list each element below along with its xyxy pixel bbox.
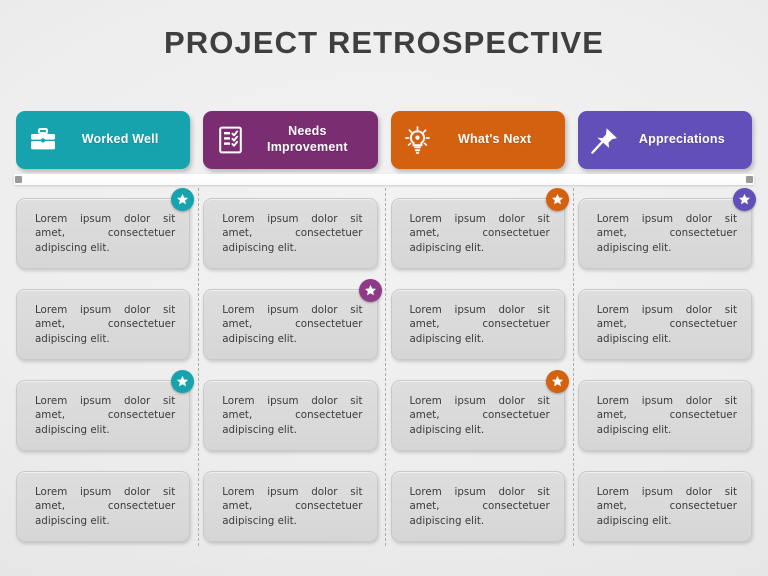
- retrospective-card[interactable]: Lorem ipsum dolor sit amet, consectetuer…: [390, 380, 565, 451]
- card-text: Lorem ipsum dolor sit amet, consectetuer…: [222, 212, 363, 254]
- category-header-label: Appreciations: [638, 132, 725, 147]
- retrospective-card[interactable]: Lorem ipsum dolor sit amet, consectetuer…: [16, 198, 191, 269]
- retrospective-card[interactable]: Lorem ipsum dolor sit amet, consectetuer…: [203, 289, 378, 360]
- pushpin-icon: [590, 125, 620, 155]
- retrospective-card[interactable]: Lorem ipsum dolor sit amet, consectetuer…: [577, 380, 752, 451]
- card-text: Lorem ipsum dolor sit amet, consectetuer…: [222, 394, 363, 436]
- card-cell: Lorem ipsum dolor sit amet, consectetuer…: [203, 192, 378, 275]
- star-badge[interactable]: [733, 188, 756, 211]
- card-text: Lorem ipsum dolor sit amet, consectetuer…: [35, 303, 176, 345]
- card-cell: Lorem ipsum dolor sit amet, consectetuer…: [577, 188, 756, 275]
- retrospective-card[interactable]: Lorem ipsum dolor sit amet, consectetuer…: [577, 198, 752, 269]
- card-cell: Lorem ipsum dolor sit amet, consectetuer…: [203, 374, 378, 457]
- retrospective-card-grid: Lorem ipsum dolor sit amet, consectetuer…: [0, 188, 768, 548]
- category-header-label: Needs Improvement: [267, 124, 348, 154]
- retrospective-card[interactable]: Lorem ipsum dolor sit amet, consectetuer…: [203, 471, 378, 542]
- card-cell: Lorem ipsum dolor sit amet, consectetuer…: [577, 283, 752, 366]
- card-cell: Lorem ipsum dolor sit amet, consectetuer…: [390, 465, 565, 548]
- star-badge[interactable]: [171, 370, 195, 393]
- card-cell: Lorem ipsum dolor sit amet, consectetuer…: [16, 465, 191, 548]
- retrospective-card[interactable]: Lorem ipsum dolor sit amet, consectetuer…: [16, 380, 191, 451]
- category-header-4[interactable]: Appreciations: [577, 111, 752, 169]
- retrospective-card[interactable]: Lorem ipsum dolor sit amet, consectetuer…: [203, 198, 378, 269]
- card-text: Lorem ipsum dolor sit amet, consectetuer…: [596, 303, 737, 345]
- card-text: Lorem ipsum dolor sit amet, consectetuer…: [35, 485, 176, 527]
- card-cell: Lorem ipsum dolor sit amet, consectetuer…: [16, 188, 195, 275]
- ruler-nub-right: [746, 176, 753, 183]
- category-header-2[interactable]: Needs Improvement: [203, 111, 378, 169]
- divider-ruler-bar: [14, 174, 754, 185]
- star-badge[interactable]: [358, 279, 382, 302]
- category-header-1[interactable]: Worked Well: [16, 111, 191, 169]
- category-header-label: Worked Well: [81, 132, 159, 147]
- card-text: Lorem ipsum dolor sit amet, consectetuer…: [409, 303, 550, 345]
- retrospective-card[interactable]: Lorem ipsum dolor sit amet, consectetuer…: [16, 471, 191, 542]
- lightbulb-icon: [403, 125, 433, 155]
- retrospective-card[interactable]: Lorem ipsum dolor sit amet, consectetuer…: [16, 289, 191, 360]
- category-header-label: What's Next: [458, 132, 532, 147]
- card-text: Lorem ipsum dolor sit amet, consectetuer…: [596, 394, 737, 436]
- card-cell: Lorem ipsum dolor sit amet, consectetuer…: [577, 374, 752, 457]
- card-text: Lorem ipsum dolor sit amet, consectetuer…: [222, 485, 363, 527]
- retrospective-card[interactable]: Lorem ipsum dolor sit amet, consectetuer…: [577, 471, 752, 542]
- card-cell: Lorem ipsum dolor sit amet, consectetuer…: [203, 279, 382, 366]
- card-text: Lorem ipsum dolor sit amet, consectetuer…: [596, 212, 737, 254]
- card-text: Lorem ipsum dolor sit amet, consectetuer…: [409, 212, 550, 254]
- star-badge[interactable]: [545, 188, 569, 211]
- retrospective-card[interactable]: Lorem ipsum dolor sit amet, consectetuer…: [390, 198, 565, 269]
- card-text: Lorem ipsum dolor sit amet, consectetuer…: [596, 485, 737, 527]
- card-cell: Lorem ipsum dolor sit amet, consectetuer…: [390, 188, 569, 275]
- retrospective-card[interactable]: Lorem ipsum dolor sit amet, consectetuer…: [390, 471, 565, 542]
- retrospective-card[interactable]: Lorem ipsum dolor sit amet, consectetuer…: [203, 380, 378, 451]
- card-cell: Lorem ipsum dolor sit amet, consectetuer…: [16, 370, 195, 457]
- star-badge[interactable]: [545, 370, 569, 393]
- card-text: Lorem ipsum dolor sit amet, consectetuer…: [409, 394, 550, 436]
- title-bar: PROJECT RETROSPECTIVE: [0, 0, 768, 86]
- card-cell: Lorem ipsum dolor sit amet, consectetuer…: [203, 465, 378, 548]
- card-text: Lorem ipsum dolor sit amet, consectetuer…: [35, 212, 176, 254]
- category-header-3[interactable]: What's Next: [390, 111, 565, 169]
- retrospective-card[interactable]: Lorem ipsum dolor sit amet, consectetuer…: [390, 289, 565, 360]
- card-cell: Lorem ipsum dolor sit amet, consectetuer…: [390, 370, 569, 457]
- card-text: Lorem ipsum dolor sit amet, consectetuer…: [35, 394, 176, 436]
- page-title: PROJECT RETROSPECTIVE: [164, 25, 604, 60]
- card-cell: Lorem ipsum dolor sit amet, consectetuer…: [577, 465, 752, 548]
- checklist-icon: [215, 125, 245, 155]
- card-cell: Lorem ipsum dolor sit amet, consectetuer…: [390, 283, 565, 366]
- card-text: Lorem ipsum dolor sit amet, consectetuer…: [222, 303, 363, 345]
- card-text: Lorem ipsum dolor sit amet, consectetuer…: [409, 485, 550, 527]
- retrospective-card[interactable]: Lorem ipsum dolor sit amet, consectetuer…: [577, 289, 752, 360]
- card-cell: Lorem ipsum dolor sit amet, consectetuer…: [16, 283, 191, 366]
- ruler-nub-left: [15, 176, 22, 183]
- category-header-row: Worked Well Needs Improvement What's Nex…: [0, 111, 768, 169]
- star-badge[interactable]: [171, 188, 195, 211]
- briefcase-icon: [28, 125, 58, 155]
